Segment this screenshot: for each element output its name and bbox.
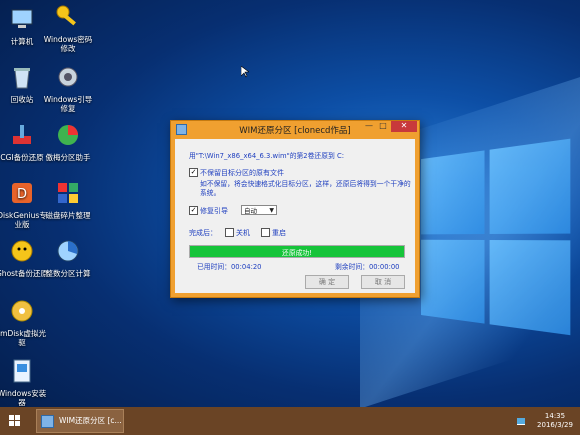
keep-files-checkbox[interactable]: ✓ — [189, 168, 198, 177]
maximize-button[interactable]: □ — [377, 121, 389, 132]
desktop-icon-windows-installer[interactable]: Windows安装器 — [0, 358, 48, 407]
dialog-client: 用"T:\Win7_x86_x64_6.3.wim"的第2卷还原到 C: ✓ 不… — [175, 139, 415, 293]
pie-disk-icon — [58, 125, 78, 145]
pie-chart-icon — [57, 240, 79, 262]
dialog-titlebar[interactable]: WIM还原分区 [clonecd作品] — □ ✕ — [171, 121, 419, 137]
desktop-icon-diskgenius[interactable]: D DiskGenius专业版 — [0, 180, 48, 229]
defrag-blocks-icon — [58, 183, 78, 203]
taskbar-item-label: WIM还原分区 [c... — [59, 416, 122, 425]
desktop-icon-recycle-bin[interactable]: 回收站 — [0, 64, 48, 104]
desktop-icon-cgi[interactable]: CGI备份还原 — [0, 122, 48, 162]
tools-icon — [13, 125, 31, 144]
clock-date: 2016/3/29 — [537, 421, 573, 429]
minimize-button[interactable]: — — [363, 121, 375, 132]
wim-restore-dialog: WIM还原分区 [clonecd作品] — □ ✕ 用"T:\Win7_x86_… — [170, 120, 420, 298]
restart-label: 重启 — [272, 229, 286, 237]
gear-icon — [58, 67, 78, 87]
remaining-time: 剩余时间：00:00:00 — [335, 263, 400, 271]
installer-icon — [13, 359, 31, 383]
app-icon — [41, 415, 54, 428]
restore-progress-bar: 还原成功! — [189, 245, 405, 258]
format-note-line1: 如不保留，将会快速格式化目标分区，这样，还原后将得到一个干净的 — [200, 180, 411, 188]
system-clock[interactable]: 14:35 2016/3/29 — [530, 412, 580, 430]
keep-files-label: 不保留目标分区的原有文件 — [200, 169, 284, 177]
key-icon — [56, 5, 76, 26]
desktop-icon-password[interactable]: Windows密码修改 — [42, 4, 94, 53]
repair-boot-checkbox[interactable]: ✓ — [189, 206, 198, 215]
restore-target-text: 用"T:\Win7_x86_x64_6.3.wim"的第2卷还原到 C: — [189, 152, 345, 160]
desktop-icon-boot-repair[interactable]: Windows引导修复 — [42, 64, 94, 113]
shutdown-label: 关机 — [236, 229, 250, 237]
taskbar: WIM还原分区 [c... 14:35 2016/3/29 — [0, 407, 580, 435]
desktop-icon-computer[interactable]: 计算机 — [0, 6, 48, 46]
optical-disc-icon — [11, 300, 33, 322]
mouse-cursor-icon — [241, 66, 249, 78]
desktop-icon-defrag[interactable]: 磁盘碎片整理 — [42, 180, 94, 220]
ok-button[interactable]: 确 定 — [305, 275, 349, 289]
svg-text:D: D — [17, 187, 27, 202]
wallpaper-windows-logo — [421, 138, 571, 337]
repair-boot-label: 修复引导 — [200, 207, 228, 215]
restart-checkbox[interactable] — [261, 228, 270, 237]
chevron-down-icon: ▼ — [269, 207, 274, 214]
recycle-bin-icon — [14, 68, 30, 89]
desktop-icon-partition-calc[interactable]: 整数分区计算 — [42, 238, 94, 278]
elapsed-time: 已用时间：00:04:20 — [197, 263, 262, 271]
shutdown-checkbox[interactable] — [225, 228, 234, 237]
desktop-icon-imdisk[interactable]: ImDisk虚拟光驱 — [0, 298, 48, 347]
clock-time: 14:35 — [544, 412, 566, 420]
desktop-icon-ghost[interactable]: Ghost备份还原 — [0, 238, 48, 278]
boot-mode-select[interactable]: 自动 ▼ — [241, 205, 277, 215]
boot-mode-value: 自动 — [244, 207, 257, 215]
cancel-button[interactable]: 取 消 — [361, 275, 405, 289]
ghost-icon — [11, 240, 33, 262]
taskbar-item-wim-restore[interactable]: WIM还原分区 [c... — [36, 409, 124, 433]
start-windows-icon[interactable] — [0, 407, 30, 435]
after-complete-label: 完成后： — [189, 229, 217, 237]
computer-icon — [11, 9, 33, 28]
diskgenius-icon: D — [12, 183, 32, 203]
progress-text: 还原成功! — [282, 249, 312, 257]
format-note-line2: 系统。 — [200, 189, 221, 197]
desktop-icon-partition-assistant[interactable]: 傲梅分区助手 — [42, 122, 94, 162]
network-icon[interactable] — [516, 416, 526, 426]
close-button[interactable]: ✕ — [391, 121, 417, 132]
